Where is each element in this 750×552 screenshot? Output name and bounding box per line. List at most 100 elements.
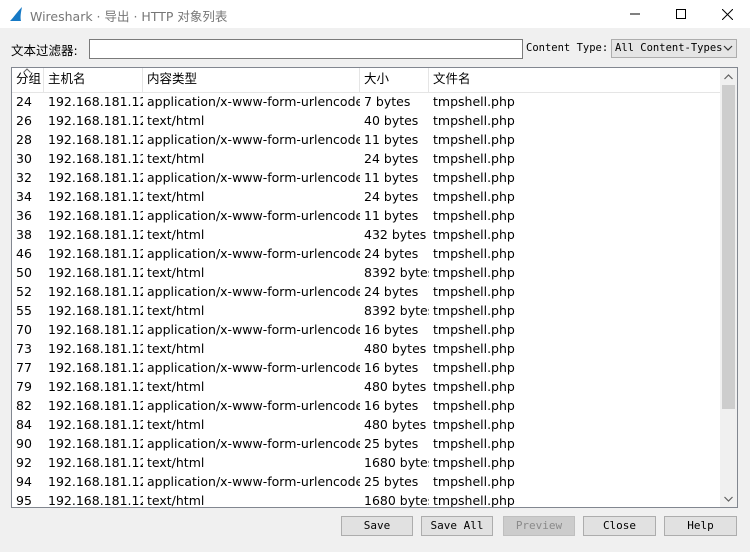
text-filter-input[interactable] — [89, 39, 523, 59]
table-row[interactable]: 95 192.168.181.128 text/html 1680 bytes tmps… — [12, 491, 720, 508]
table-row[interactable]: 50 192.168.181.128 text/html 8392 bytes tmps… — [12, 263, 720, 282]
close-icon — [721, 8, 733, 20]
packet-cell: 94 — [16, 474, 32, 489]
list-rows: 24 192.168.181.128 application/x-www-form-… — [12, 92, 720, 508]
table-row[interactable]: 30 192.168.181.128 text/html 24 bytes tmpshe… — [12, 149, 720, 168]
column-header-content-type[interactable]: 内容类型 — [143, 68, 360, 92]
table-row[interactable]: 36 192.168.181.128 application/x-www-form-… — [12, 206, 720, 225]
table-row[interactable]: 73 192.168.181.128 text/html 480 bytes tmpsh… — [12, 339, 720, 358]
content-type-cell: text/html — [147, 151, 205, 166]
filename-cell: tmpshell.php — [433, 189, 515, 204]
window-title: Wireshark · 导出 · HTTP 对象列表 — [30, 9, 228, 24]
packet-cell: 95 — [16, 493, 32, 508]
table-row[interactable]: 82 192.168.181.128 application/x-www-form-… — [12, 396, 720, 415]
filename-cell: tmpshell.php — [433, 208, 515, 223]
table-row[interactable]: 92 192.168.181.128 text/html 1680 bytes tmps… — [12, 453, 720, 472]
size-cell: 480 bytes — [364, 379, 427, 394]
size-cell: 11 bytes — [364, 208, 419, 223]
hostname-cell: 192.168.181.128 — [48, 398, 143, 413]
size-cell: 432 bytes — [364, 227, 427, 242]
size-cell: 25 bytes — [364, 436, 419, 451]
size-cell: 11 bytes — [364, 170, 419, 185]
filename-cell: tmpshell.php — [433, 284, 515, 299]
content-type-cell: text/html — [147, 417, 205, 432]
packet-cell: 50 — [16, 265, 32, 280]
scrollbar-thumb[interactable] — [722, 85, 735, 409]
hostname-cell: 192.168.181.128 — [48, 341, 143, 356]
table-row[interactable]: 28 192.168.181.128 application/x-www-form-… — [12, 130, 720, 149]
content-type-label: Content Type: — [526, 42, 609, 54]
maximize-icon — [676, 9, 686, 19]
filename-cell: tmpshell.php — [433, 246, 515, 261]
hostname-cell: 192.168.181.128 — [48, 94, 143, 109]
packet-cell: 70 — [16, 322, 32, 337]
close-button[interactable]: Close — [583, 516, 656, 536]
packet-cell: 26 — [16, 113, 32, 128]
packet-cell: 38 — [16, 227, 32, 242]
content-type-cell: application/x-www-form-urlencoded — [147, 170, 360, 185]
content-type-cell: text/html — [147, 189, 205, 204]
column-header-packet[interactable]: 分组 — [12, 68, 44, 92]
content-type-cell: application/x-www-form-urlencoded — [147, 436, 360, 451]
preview-button[interactable]: Preview — [503, 516, 575, 536]
table-row[interactable]: 34 192.168.181.128 text/html 24 bytes tmpshe… — [12, 187, 720, 206]
text-filter-label: 文本过滤器: — [11, 43, 78, 58]
filename-cell: tmpshell.php — [433, 227, 515, 242]
list-header: 分组 主机名 内容类型 大小 文件名 — [12, 68, 720, 93]
hostname-cell: 192.168.181.128 — [48, 379, 143, 394]
size-cell: 480 bytes — [364, 341, 427, 356]
content-type-cell: application/x-www-form-urlencoded — [147, 246, 360, 261]
filename-cell: tmpshell.php — [433, 398, 515, 413]
scroll-up-button[interactable] — [720, 68, 737, 85]
filename-cell: tmpshell.php — [433, 303, 515, 318]
http-object-list[interactable]: 分组 主机名 内容类型 大小 文件名 24 192.168.181.128 appl… — [11, 67, 738, 508]
help-button[interactable]: Help — [664, 516, 737, 536]
table-row[interactable]: 94 192.168.181.128 application/x-www-form-… — [12, 472, 720, 491]
wireshark-fin-icon — [10, 7, 22, 21]
size-cell: 25 bytes — [364, 474, 419, 489]
table-row[interactable]: 55 192.168.181.128 text/html 8392 bytes tmps… — [12, 301, 720, 320]
close-window-button[interactable] — [704, 0, 750, 28]
filename-cell: tmpshell.php — [433, 132, 515, 147]
table-row[interactable]: 84 192.168.181.128 text/html 480 bytes tmpsh… — [12, 415, 720, 434]
table-row[interactable]: 77 192.168.181.128 application/x-www-form-… — [12, 358, 720, 377]
packet-cell: 34 — [16, 189, 32, 204]
save-all-button[interactable]: Save All — [421, 516, 493, 536]
hostname-cell: 192.168.181.128 — [48, 417, 143, 432]
table-row[interactable]: 90 192.168.181.128 application/x-www-form-… — [12, 434, 720, 453]
filename-cell: tmpshell.php — [433, 94, 515, 109]
scroll-down-button[interactable] — [720, 490, 737, 507]
maximize-button[interactable] — [658, 0, 704, 28]
hostname-cell: 192.168.181.128 — [48, 322, 143, 337]
column-header-hostname[interactable]: 主机名 — [44, 68, 143, 92]
table-row[interactable]: 24 192.168.181.128 application/x-www-form-… — [12, 92, 720, 111]
size-cell: 16 bytes — [364, 398, 419, 413]
content-type-cell: text/html — [147, 493, 205, 508]
table-row[interactable]: 32 192.168.181.128 application/x-www-form-… — [12, 168, 720, 187]
table-row[interactable]: 52 192.168.181.128 application/x-www-form-… — [12, 282, 720, 301]
packet-cell: 92 — [16, 455, 32, 470]
hostname-cell: 192.168.181.128 — [48, 493, 143, 508]
table-row[interactable]: 79 192.168.181.128 text/html 480 bytes tmpsh… — [12, 377, 720, 396]
column-header-size[interactable]: 大小 — [360, 68, 429, 92]
packet-cell: 28 — [16, 132, 32, 147]
filename-cell: tmpshell.php — [433, 379, 515, 394]
save-button[interactable]: Save — [341, 516, 413, 536]
vertical-scrollbar[interactable] — [720, 68, 737, 507]
size-cell: 24 bytes — [364, 189, 419, 204]
hostname-cell: 192.168.181.128 — [48, 189, 143, 204]
table-row[interactable]: 46 192.168.181.128 application/x-www-form-… — [12, 244, 720, 263]
size-cell: 11 bytes — [364, 132, 419, 147]
table-row[interactable]: 38 192.168.181.128 text/html 432 bytes tmpsh… — [12, 225, 720, 244]
content-type-cell: text/html — [147, 455, 205, 470]
content-type-cell: application/x-www-form-urlencoded — [147, 322, 360, 337]
content-type-select[interactable]: All Content-Types — [611, 39, 737, 58]
table-row[interactable]: 70 192.168.181.128 application/x-www-form-… — [12, 320, 720, 339]
hostname-cell: 192.168.181.128 — [48, 455, 143, 470]
chevron-down-icon — [723, 45, 733, 51]
packet-cell: 73 — [16, 341, 32, 356]
table-row[interactable]: 26 192.168.181.128 text/html 40 bytes tmpshe… — [12, 111, 720, 130]
column-header-filename[interactable]: 文件名 — [429, 68, 720, 92]
content-type-cell: text/html — [147, 379, 205, 394]
minimize-button[interactable] — [612, 0, 658, 28]
